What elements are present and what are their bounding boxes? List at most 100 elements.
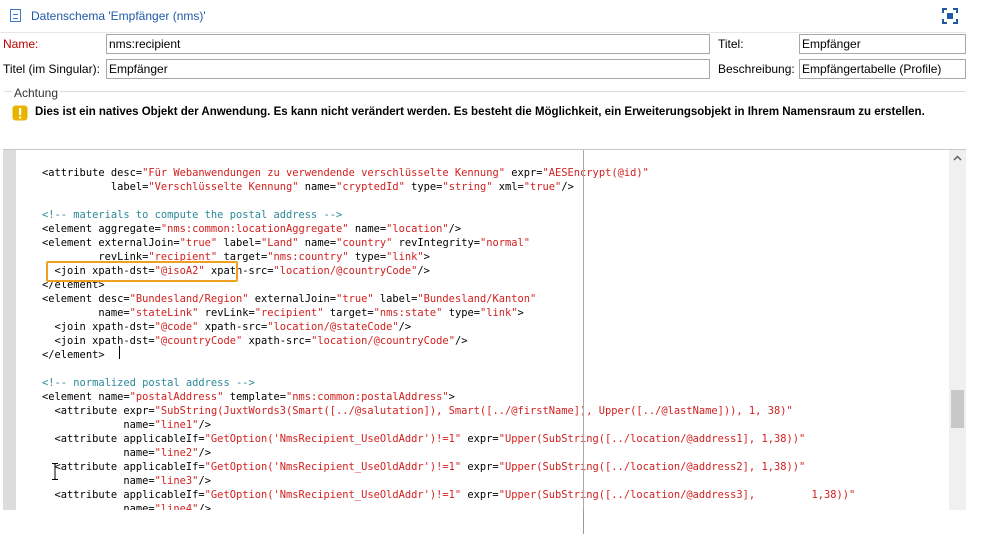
code-line: name="line4"/> [17,502,211,510]
code-token: "Verschlüsselte Kennung" [148,181,299,193]
code-token: "@countryCode" [154,335,243,347]
code-token: target= [323,307,374,319]
maximize-icon[interactable] [942,8,958,24]
code-token: name= [298,237,337,249]
titel-field[interactable]: Empfänger [799,34,966,54]
code-line: <element desc="Bundesland/Region" extern… [17,292,536,306]
code-token: "postalAddress" [129,391,224,403]
code-token: "@code" [154,321,199,333]
code-token: name= [17,475,155,487]
code-token: xpath-src= [242,335,312,347]
code-token: "Bundesland/Region" [129,293,249,305]
code-token: <attribute applicableIf= [17,489,205,501]
scrollbar-thumb[interactable] [951,390,964,428]
code-token: <element externalJoin= [17,237,180,249]
code-token: xml= [492,181,524,193]
code-token: "normal" [480,237,531,249]
code-token: <join xpath-dst= [17,335,155,347]
code-token: "Bundesland/Kanton" [417,293,537,305]
join-xpath-highlight [46,261,238,282]
window-titlebar: Datenschema 'Empfänger (nms)' [0,0,966,33]
code-token: "true" [523,181,562,193]
code-line: <element aggregate="nms:common:locationA… [17,222,461,236]
code-token: "location/@countryCode" [273,265,418,277]
code-token: template= [223,391,287,403]
code-token: externalJoin= [248,293,337,305]
code-token: name= [17,307,130,319]
text-cursor [119,346,120,359]
name-field[interactable]: nms:recipient [106,34,710,54]
code-line: label="Verschlüsselte Kennung" name="cry… [17,180,574,194]
code-token: expr= [461,433,499,445]
warning-legend: Achtung [12,86,61,100]
code-token: "location/@stateCode" [267,321,399,333]
code-token: "SubString(JuxtWords3(Smart([../@salutat… [154,405,793,417]
code-line: <!-- materials to compute the postal add… [17,208,342,222]
code-line: <!-- normalized postal address --> [17,376,255,390]
code-token: "nms:state" [373,307,443,319]
code-line: <element name="postalAddress" template="… [17,390,455,404]
singular-title-field[interactable]: Empfänger [106,59,710,79]
code-token: /> [448,223,462,235]
schema-properties-form: Name: nms:recipient Titel: Empfänger Tit… [0,32,966,82]
code-area[interactable]: <attribute desc="Für Webanwendungen zu v… [17,150,949,510]
ibeam-cursor-icon [52,463,58,480]
code-token: type= [404,181,443,193]
warning-panel: Achtung Dies ist ein natives Objekt der … [0,82,966,146]
code-token: label= [217,237,261,249]
code-line: <join xpath-dst="@code" xpath-src="locat… [17,320,412,334]
code-token: /> [417,265,430,277]
window-title: Datenschema 'Empfänger (nms)' [31,9,206,23]
code-token: name= [17,503,155,510]
code-token: /> [561,181,574,193]
code-token: "line1" [154,419,199,431]
margin-line-extension [583,509,584,534]
code-line: </element> [17,348,105,362]
code-token: <element aggregate= [17,223,161,235]
print-margin-line [583,150,584,510]
code-token: name= [298,181,337,193]
code-token: name= [348,223,387,235]
code-line: <attribute expr="SubString(JuxtWords3(Sm… [17,404,793,418]
code-token: /> [198,503,211,510]
code-token: > [448,391,455,403]
code-token: <join xpath-dst= [17,321,155,333]
vertical-scrollbar[interactable] [949,150,966,510]
warning-icon [12,105,28,121]
code-token: "link" [386,251,424,263]
code-token: "Für Webanwendungen zu verwendende versc… [142,167,505,179]
code-line: <attribute applicableIf="GetOption('NmsR… [17,460,806,474]
code-token: "country" [336,237,393,249]
code-token: /> [198,447,211,459]
code-token: "Upper(SubString([../location/@address2]… [498,461,806,473]
code-token: "Land" [261,237,299,249]
code-token: label= [17,181,149,193]
warning-message: Dies ist ein natives Objekt der Anwendun… [35,106,925,118]
code-token: "cryptedId" [336,181,405,193]
code-token: <!-- normalized postal address --> [17,377,255,389]
code-token: /> [398,321,412,333]
code-line: name="line2"/> [17,446,211,460]
code-token: "nms:common:locationAggregate" [160,223,349,235]
code-token: type= [348,251,387,263]
code-token: </element> [17,349,105,361]
code-token: <element desc= [17,293,130,305]
code-token: revIntegrity= [392,237,480,249]
code-token: type= [442,307,480,319]
code-token: "recipient" [254,307,324,319]
code-token: "nms:country" [267,251,349,263]
code-token: expr= [504,167,543,179]
singular-title-label: Titel (im Singular): [3,62,100,76]
code-token: /> [198,419,211,431]
code-token: <element name= [17,391,130,403]
code-line: <attribute desc="Für Webanwendungen zu v… [17,166,649,180]
code-token: > [517,307,524,319]
code-token: <attribute expr= [17,405,155,417]
beschreibung-field[interactable]: Empfängertabelle (Profile) [799,59,966,79]
code-line: <join xpath-dst="@countryCode" xpath-src… [17,334,468,348]
code-token: name= [17,419,155,431]
scroll-up-icon[interactable] [949,150,966,167]
code-token: "GetOption('NmsRecipient_UseOldAddr')!=1… [204,489,462,501]
code-token: revLink= [198,307,255,319]
xml-source-editor[interactable]: <attribute desc="Für Webanwendungen zu v… [3,149,966,510]
